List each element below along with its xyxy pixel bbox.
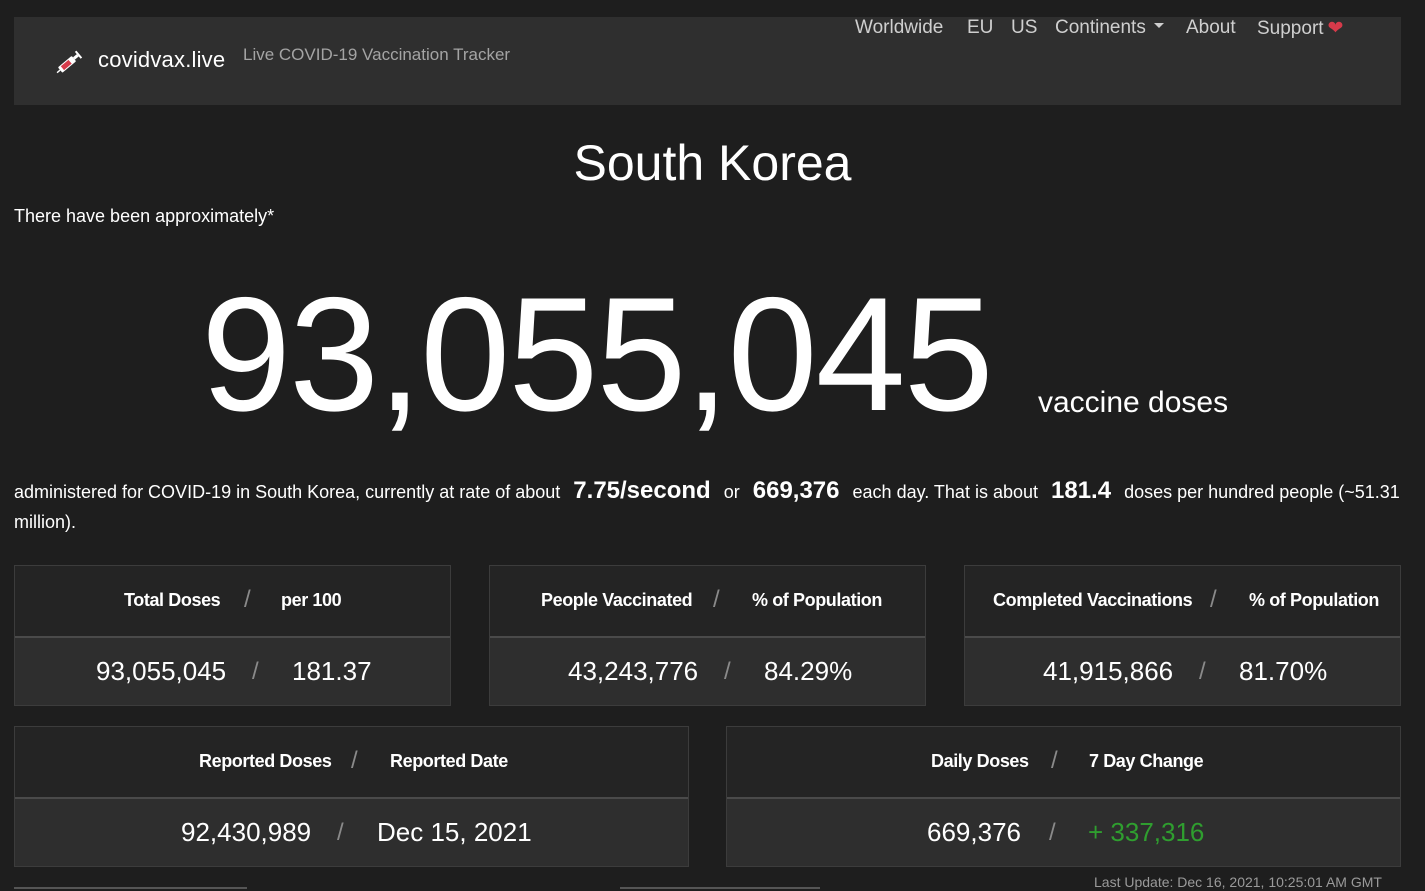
stat-card-header: Daily Doses / 7 Day Change [727,727,1400,799]
stat-card-people-vaccinated: People Vaccinated / % of Population 43,2… [489,565,926,706]
daily-rate: 669,376 [752,477,840,504]
separator: / [1199,658,1206,685]
stat-value: 41,915,866 [1043,656,1174,686]
nav-continents-label: Continents [1055,17,1146,38]
separator: / [1210,586,1217,613]
stat-card-completed-vaccinations: Completed Vaccinations / % of Population… [964,565,1401,706]
separator: / [1049,819,1056,846]
doses-per-hundred: 181.4 [1051,477,1112,504]
stat-value: 81.70% [1239,656,1328,686]
total-doses-counter: 93,055,045 [201,264,994,445]
stat-value: 43,243,776 [568,656,699,686]
stat-label: % of Population [752,590,882,610]
nav-us[interactable]: US [1011,17,1037,39]
summary-part1: administered for COVID-19 in South Korea… [14,482,561,502]
stat-card-body: 43,243,776 / 84.29% [490,638,925,705]
nav-support-label: Support [1257,18,1324,39]
nav-continents-dropdown[interactable]: Continents [1055,17,1164,39]
intro-text: There have been approximately* [14,206,275,226]
nav-about[interactable]: About [1186,17,1236,39]
stat-value: 181.37 [292,656,372,686]
stat-card-header: People Vaccinated / % of Population [490,566,925,638]
stat-label: % of Population [1249,590,1379,610]
stat-label: Reported Date [390,751,508,771]
separator: / [724,658,731,685]
stat-card-body: 93,055,045 / 181.37 [15,638,450,705]
nav-worldwide[interactable]: Worldwide [855,17,943,39]
footer-divider [14,887,247,889]
nav-eu[interactable]: EU [967,17,993,39]
stat-label: Reported Doses [199,751,332,771]
stat-label: per 100 [281,590,342,610]
stat-card-total-doses: Total Doses / per 100 93,055,045 / 181.3… [14,565,451,706]
summary-part2: each day. That is about [852,482,1038,502]
separator: / [1051,747,1058,774]
stat-value: 669,376 [927,817,1021,847]
stat-card-header: Total Doses / per 100 [15,566,450,638]
stat-card-body: 92,430,989 / Dec 15, 2021 [15,799,688,866]
separator: / [337,819,344,846]
site-tagline: Live COVID-19 Vaccination Tracker [243,45,511,64]
stat-label: Completed Vaccinations [993,590,1193,610]
rate-per-second: 7.75/second [573,477,711,504]
syringe-icon[interactable] [54,49,84,75]
heart-icon: ❤ [1327,18,1344,39]
separator: / [351,747,358,774]
stat-card-header: Completed Vaccinations / % of Population [965,566,1400,638]
counter-unit: vaccine doses [1038,386,1229,419]
stat-value: 93,055,045 [96,656,227,686]
summary-or: or [723,482,740,502]
stat-label: People Vaccinated [541,590,693,610]
page-title: South Korea [573,135,852,191]
stat-card-body: 41,915,866 / 81.70% [965,638,1400,705]
stat-label: Daily Doses [931,751,1029,771]
stat-value: 92,430,989 [181,817,312,847]
seven-day-change-value: + 337,316 [1088,817,1205,847]
last-update-text: Last Update: Dec 16, 2021, 10:25:01 AM G… [1094,874,1382,890]
stat-card-reported-doses: Reported Doses / Reported Date 92,430,98… [14,726,689,867]
navbar: covidvax.live Live COVID-19 Vaccination … [14,17,1401,105]
stat-card-body: 669,376 / + 337,316 [727,799,1400,866]
stat-label: 7 Day Change [1089,751,1204,771]
footer-divider [620,887,820,889]
stat-card-header: Reported Doses / Reported Date [15,727,688,799]
stat-value: 84.29% [764,656,853,686]
separator: / [252,658,259,685]
nav-support[interactable]: Support ❤ [1257,17,1343,40]
stat-card-daily-doses: Daily Doses / 7 Day Change 669,376 / + 3… [726,726,1401,867]
summary-sentence: administered for COVID-19 in South Korea… [14,476,1409,537]
stat-value: Dec 15, 2021 [377,817,532,847]
separator: / [713,586,720,613]
stat-label: Total Doses [124,590,221,610]
brand-link[interactable]: covidvax.live [98,47,225,73]
separator: / [244,586,251,613]
chevron-down-icon [1153,23,1164,29]
